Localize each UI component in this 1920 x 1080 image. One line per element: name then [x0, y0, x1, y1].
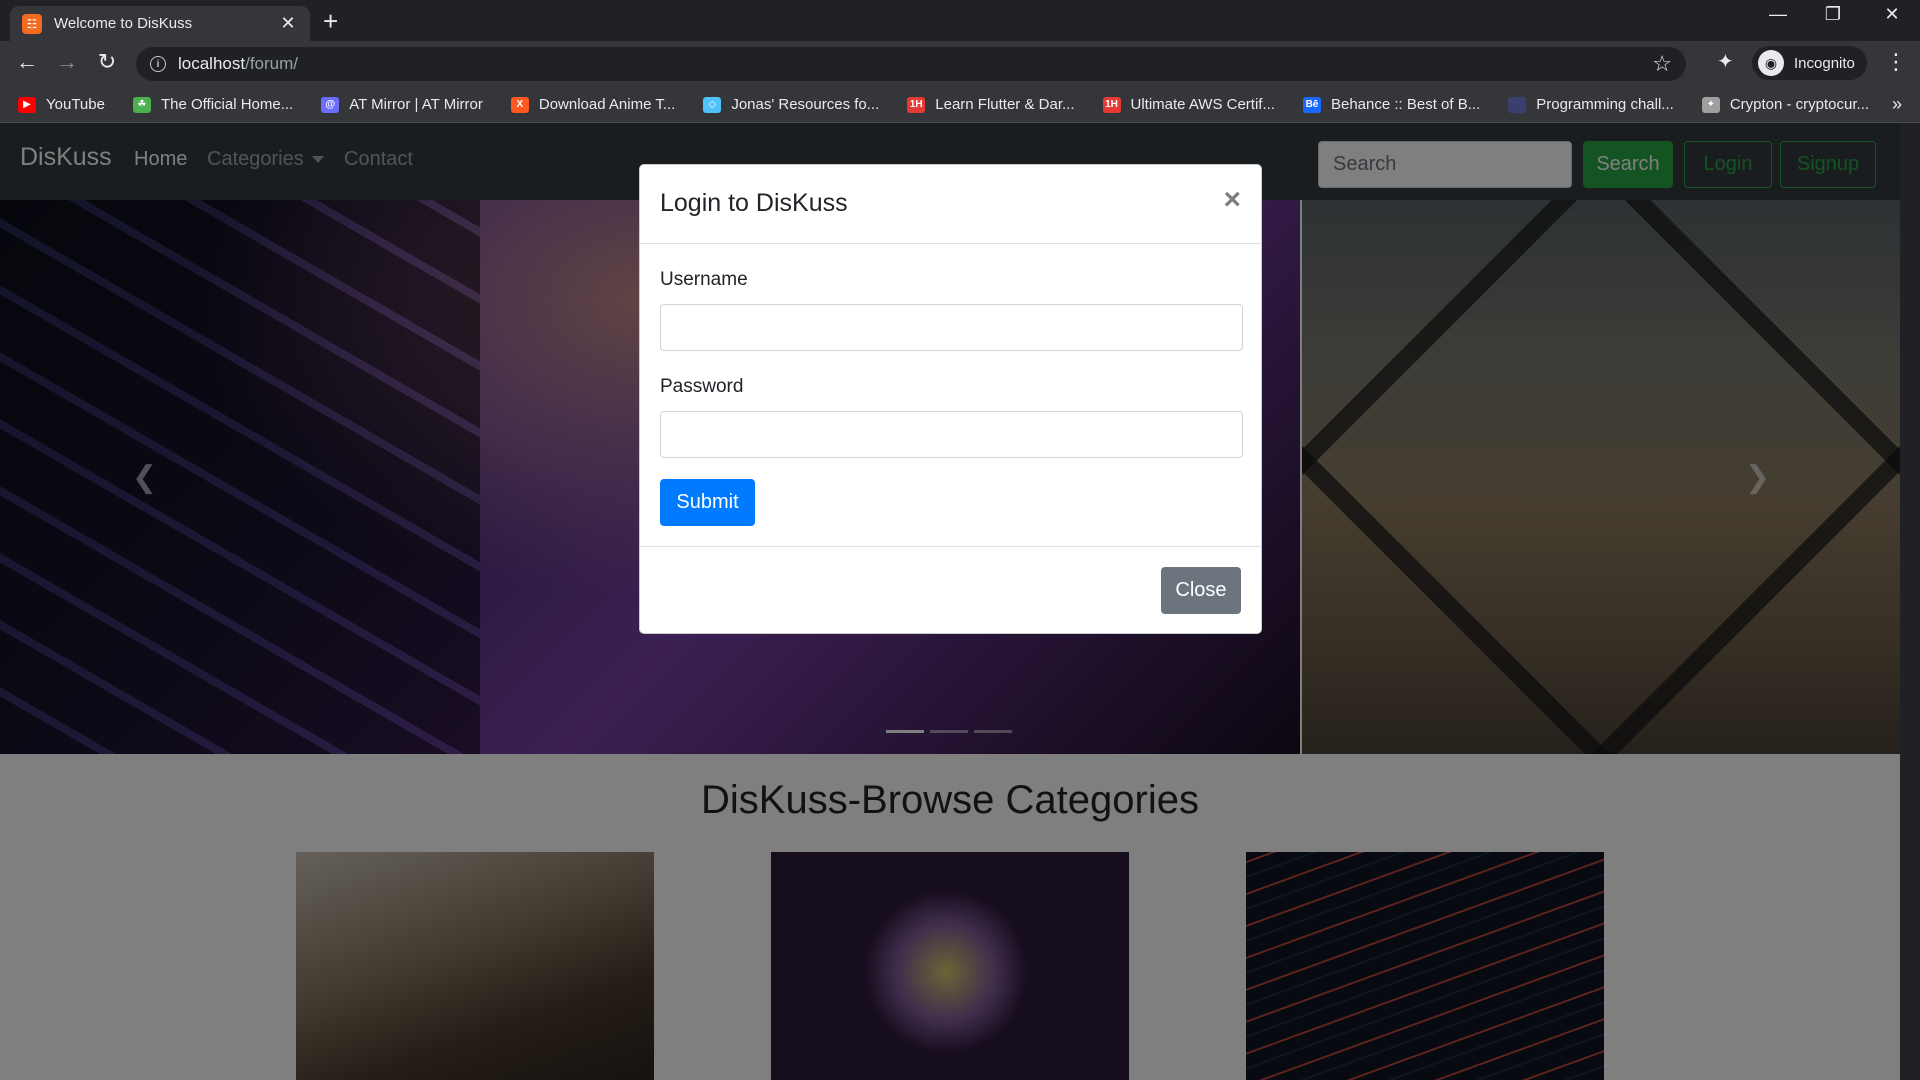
1h-icon: 1H [1102, 96, 1121, 113]
bookmark-label: Programming chall... [1536, 96, 1674, 113]
url-path: /forum/ [245, 54, 299, 73]
bookmark-item[interactable]: Programming chall... [1508, 96, 1674, 113]
scrollbar[interactable] [1900, 123, 1920, 1080]
bookmark-item[interactable]: @ AT Mirror | AT Mirror [321, 96, 483, 113]
login-modal: Login to DisKuss × Username Password Sub… [639, 164, 1262, 634]
site-info-icon[interactable]: i [150, 56, 166, 72]
xampp-icon: ☷ [22, 13, 42, 34]
modal-header: Login to DisKuss × [640, 165, 1261, 244]
window-close-icon[interactable]: ✕ [1872, 4, 1912, 25]
reload-icon[interactable]: ↻ [92, 49, 122, 75]
submit-button[interactable]: Submit [660, 479, 755, 526]
close-tab-icon[interactable]: ✕ [278, 13, 298, 34]
url-host: localhost [178, 54, 246, 73]
1h-icon: 1H [907, 96, 926, 113]
bookmark-item[interactable]: ◇ Jonas' Resources fo... [703, 96, 879, 113]
modal-footer: Close [640, 546, 1261, 635]
minimize-icon[interactable]: — [1758, 4, 1798, 25]
username-label: Username [660, 269, 748, 290]
browser-menu-icon[interactable]: ⋮ [1885, 49, 1907, 75]
forward-icon[interactable]: → [52, 49, 82, 75]
browser-toolbar: ← → ↻ i localhost/forum/ ☆ ✦ ◉ Incognito… [0, 41, 1920, 87]
password-label: Password [660, 376, 744, 397]
username-field[interactable] [660, 304, 1243, 351]
bookmark-star-icon[interactable]: ☆ [1652, 51, 1672, 77]
x-icon: X [510, 96, 529, 113]
web-page: DisKuss Home Categories Contact Search L… [0, 123, 1900, 1080]
bookmark-label: Learn Flutter & Dar... [935, 96, 1075, 113]
behance-icon: Bē [1302, 96, 1321, 113]
password-field[interactable] [660, 411, 1243, 458]
bookmark-label: Crypton - cryptocur... [1729, 96, 1870, 113]
youtube-icon: ▶ [18, 96, 36, 113]
bookmark-item[interactable]: Bē Behance :: Best of B... [1302, 96, 1481, 113]
incognito-icon: ◉ [1758, 50, 1784, 76]
new-tab-icon[interactable]: + [323, 8, 338, 34]
crypton-icon: ✦ [1701, 96, 1720, 113]
bookmark-item[interactable]: ▶ YouTube [18, 96, 105, 113]
bookmark-item[interactable]: ✦ Crypton - cryptocur... [1701, 96, 1870, 113]
leaf-icon: ☘ [132, 96, 151, 113]
bookmark-item[interactable]: 1H Ultimate AWS Certif... [1102, 96, 1275, 113]
restore-icon[interactable]: ❐ [1813, 4, 1853, 25]
address-bar[interactable]: i localhost/forum/ ☆ [136, 47, 1686, 81]
modal-title: Login to DisKuss [660, 189, 848, 217]
bookmark-label: The Official Home... [160, 96, 294, 113]
extensions-icon[interactable]: ✦ [1717, 49, 1734, 74]
bookmark-label: Download Anime T... [538, 96, 676, 113]
bookmark-label: Behance :: Best of B... [1330, 96, 1481, 113]
bookmark-label: YouTube [46, 96, 105, 113]
diamond-icon: ◇ [703, 96, 722, 113]
at-mirror-icon: @ [321, 96, 340, 113]
close-icon[interactable]: × [1223, 183, 1241, 217]
bookmarks-bar: ▶ YouTube ☘ The Official Home... @ AT Mirror … [0, 87, 1920, 123]
bookmark-item[interactable]: ☘ The Official Home... [132, 96, 294, 113]
incognito-label: Incognito [1794, 54, 1855, 72]
bookmark-item[interactable]: X Download Anime T... [510, 96, 676, 113]
bookmark-label: Ultimate AWS Certif... [1130, 96, 1275, 113]
back-icon[interactable]: ← [12, 49, 42, 75]
incognito-badge[interactable]: ◉ Incognito [1752, 46, 1867, 80]
bookmark-label: Jonas' Resources fo... [731, 96, 880, 113]
bookmark-label: AT Mirror | AT Mirror [349, 96, 483, 113]
more-bookmarks-icon[interactable]: » [1892, 94, 1902, 115]
browser-tab-strip: ☷ Welcome to DisKuss ✕ + — ❐ ✕ [0, 0, 1920, 41]
square-icon [1508, 96, 1527, 113]
browser-tab[interactable]: ☷ Welcome to DisKuss ✕ [10, 6, 310, 41]
close-button[interactable]: Close [1161, 567, 1241, 614]
tab-title: Welcome to DisKuss [54, 15, 193, 32]
bookmark-item[interactable]: 1H Learn Flutter & Dar... [907, 96, 1075, 113]
